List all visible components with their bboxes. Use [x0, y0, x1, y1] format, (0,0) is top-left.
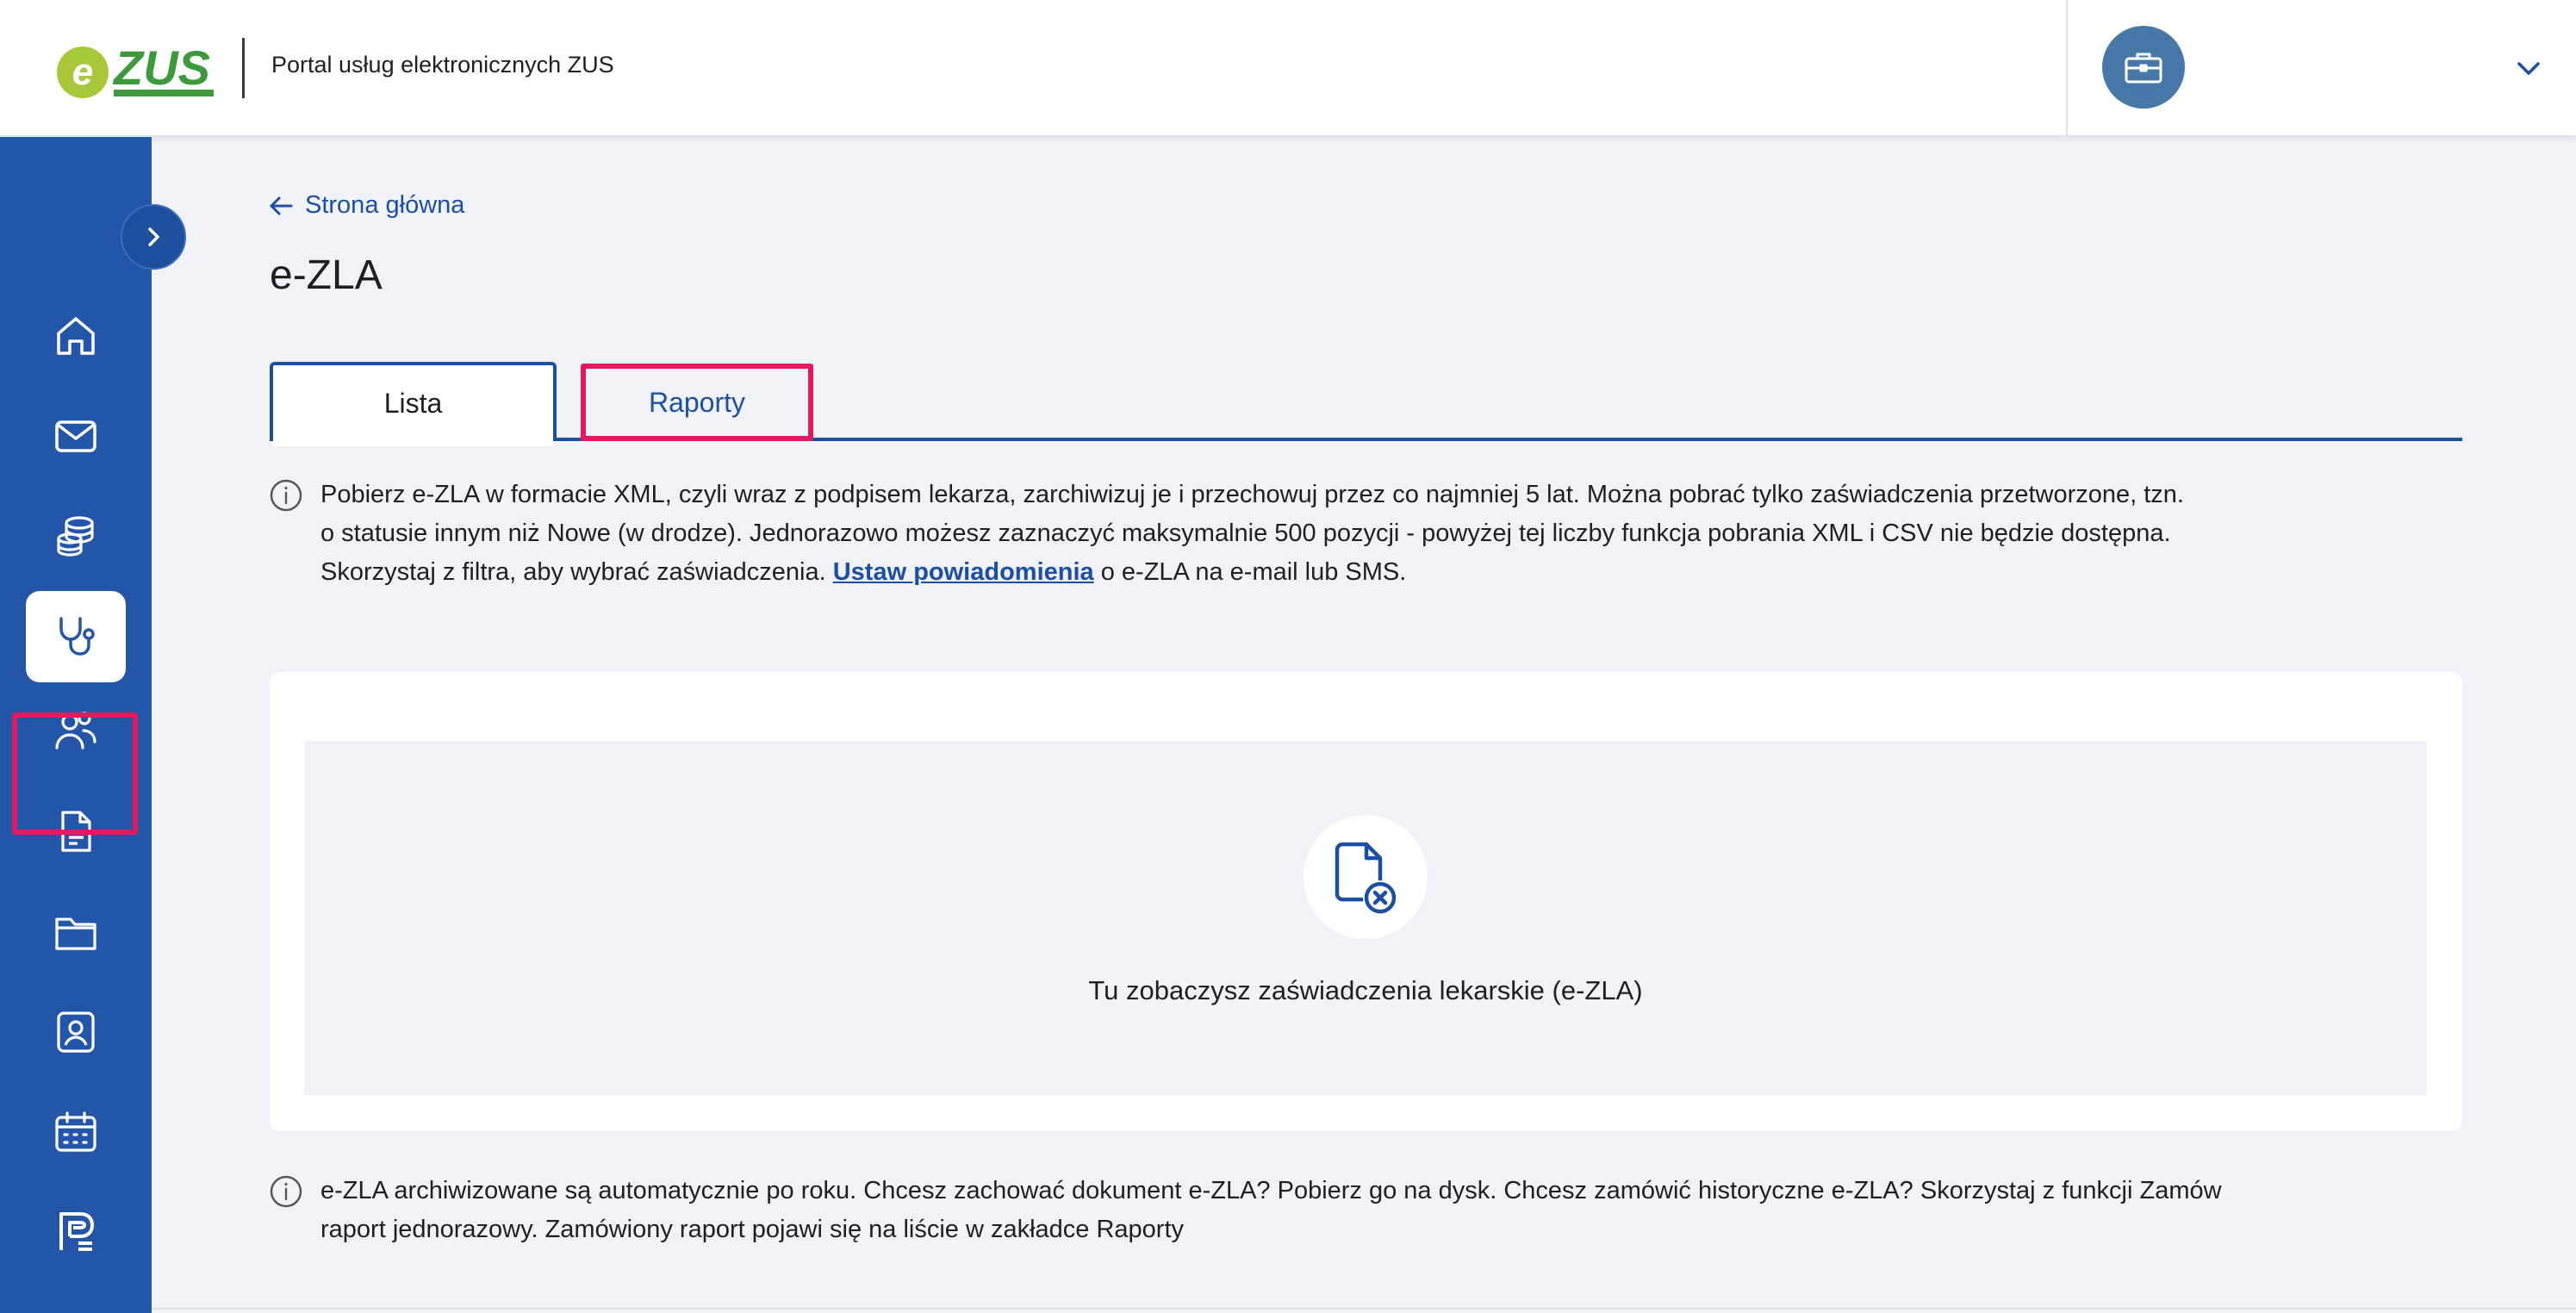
chevron-down-icon[interactable]	[2514, 55, 2543, 81]
info-line-1: Pobierz e-ZLA w formacie XML, czyli wraz…	[320, 481, 2184, 508]
sidebar-toggle-button[interactable]	[121, 204, 186, 270]
set-notifications-link[interactable]: Ustaw powiadomienia	[833, 558, 1094, 586]
info-icon	[270, 1175, 302, 1208]
top-header: e ZUS Portal usług elektronicznych ZUS	[0, 0, 2576, 137]
sidebar-item-e-zla[interactable]	[26, 591, 126, 682]
sidebar-item-folder[interactable]	[26, 887, 126, 978]
info-bottom-line-1: e-ZLA archiwizowane są automatycznie po …	[320, 1177, 2222, 1204]
ezus-logo[interactable]: e ZUS	[53, 34, 217, 102]
logo-divider	[242, 38, 245, 98]
portal-title: Portal usług elektronicznych ZUS	[271, 52, 614, 78]
calendar-icon	[55, 1111, 96, 1152]
breadcrumb-label: Strona główna	[305, 191, 465, 219]
tab-lista[interactable]: Lista	[270, 362, 557, 446]
mail-icon	[55, 420, 96, 452]
info-text-bottom: e-ZLA archiwizowane są automatycznie po …	[320, 1172, 2222, 1249]
info-bottom-line-2: raport jednorazowy. Zamówiony raport poj…	[320, 1216, 1185, 1243]
sidebar-item-home[interactable]	[26, 290, 126, 382]
sidebar-item-finances[interactable]	[26, 490, 126, 582]
info-line-3: Skorzystaj z filtra, aby wybrać zaświadc…	[320, 553, 2184, 592]
folder-icon	[55, 918, 96, 950]
svg-text:e: e	[72, 51, 93, 93]
info-line-3-start: Skorzystaj z filtra, aby wybrać zaświadc…	[320, 558, 826, 586]
header-separator	[2066, 0, 2068, 135]
sidebar-item-profile[interactable]	[26, 986, 126, 1078]
sidebar-item-payments[interactable]	[26, 1186, 126, 1278]
breadcrumb-home-link[interactable]: Strona główna	[269, 191, 464, 220]
info-line-2: o statusie innym niż Nowe (w drodze). Je…	[320, 520, 2171, 547]
user-badge-icon	[57, 1011, 95, 1053]
footer-divider	[152, 1308, 2576, 1310]
info-text-top: Pobierz e-ZLA w formacie XML, czyli wraz…	[320, 476, 2184, 592]
coins-icon	[57, 516, 94, 557]
payment-icon	[59, 1212, 94, 1251]
empty-state-icon-wrap	[1304, 815, 1428, 939]
home-icon	[57, 317, 95, 355]
svg-text:ZUS: ZUS	[112, 40, 210, 95]
tab-raporty[interactable]: Raporty	[581, 364, 813, 441]
empty-state-text: Tu zobaczysz zaświadczenia lekarskie (e-…	[1088, 975, 1643, 1005]
briefcase-icon	[2125, 53, 2162, 84]
results-card: Tu zobaczysz zaświadczenia lekarskie (e-…	[270, 672, 2462, 1131]
sidebar-item-messages[interactable]	[26, 390, 126, 482]
arrow-left-icon	[270, 196, 293, 215]
chevron-right-icon	[148, 227, 159, 246]
stethoscope-icon	[59, 617, 95, 656]
active-item-highlight	[12, 713, 138, 835]
sidebar-item-calendar[interactable]	[26, 1086, 126, 1178]
document-remove-icon	[1335, 842, 1397, 914]
info-line-3-end: o e-ZLA na e-mail lub SMS.	[1100, 558, 1407, 586]
sidebar	[0, 137, 152, 1313]
info-icon	[270, 479, 302, 512]
info-notice-top: Pobierz e-ZLA w formacie XML, czyli wraz…	[269, 476, 2184, 592]
info-notice-bottom: e-ZLA archiwizowane są automatycznie po …	[269, 1172, 2222, 1249]
empty-state: Tu zobaczysz zaświadczenia lekarskie (e-…	[304, 741, 2427, 1095]
account-button[interactable]	[2102, 26, 2185, 109]
page-title: e-ZLA	[270, 252, 383, 298]
